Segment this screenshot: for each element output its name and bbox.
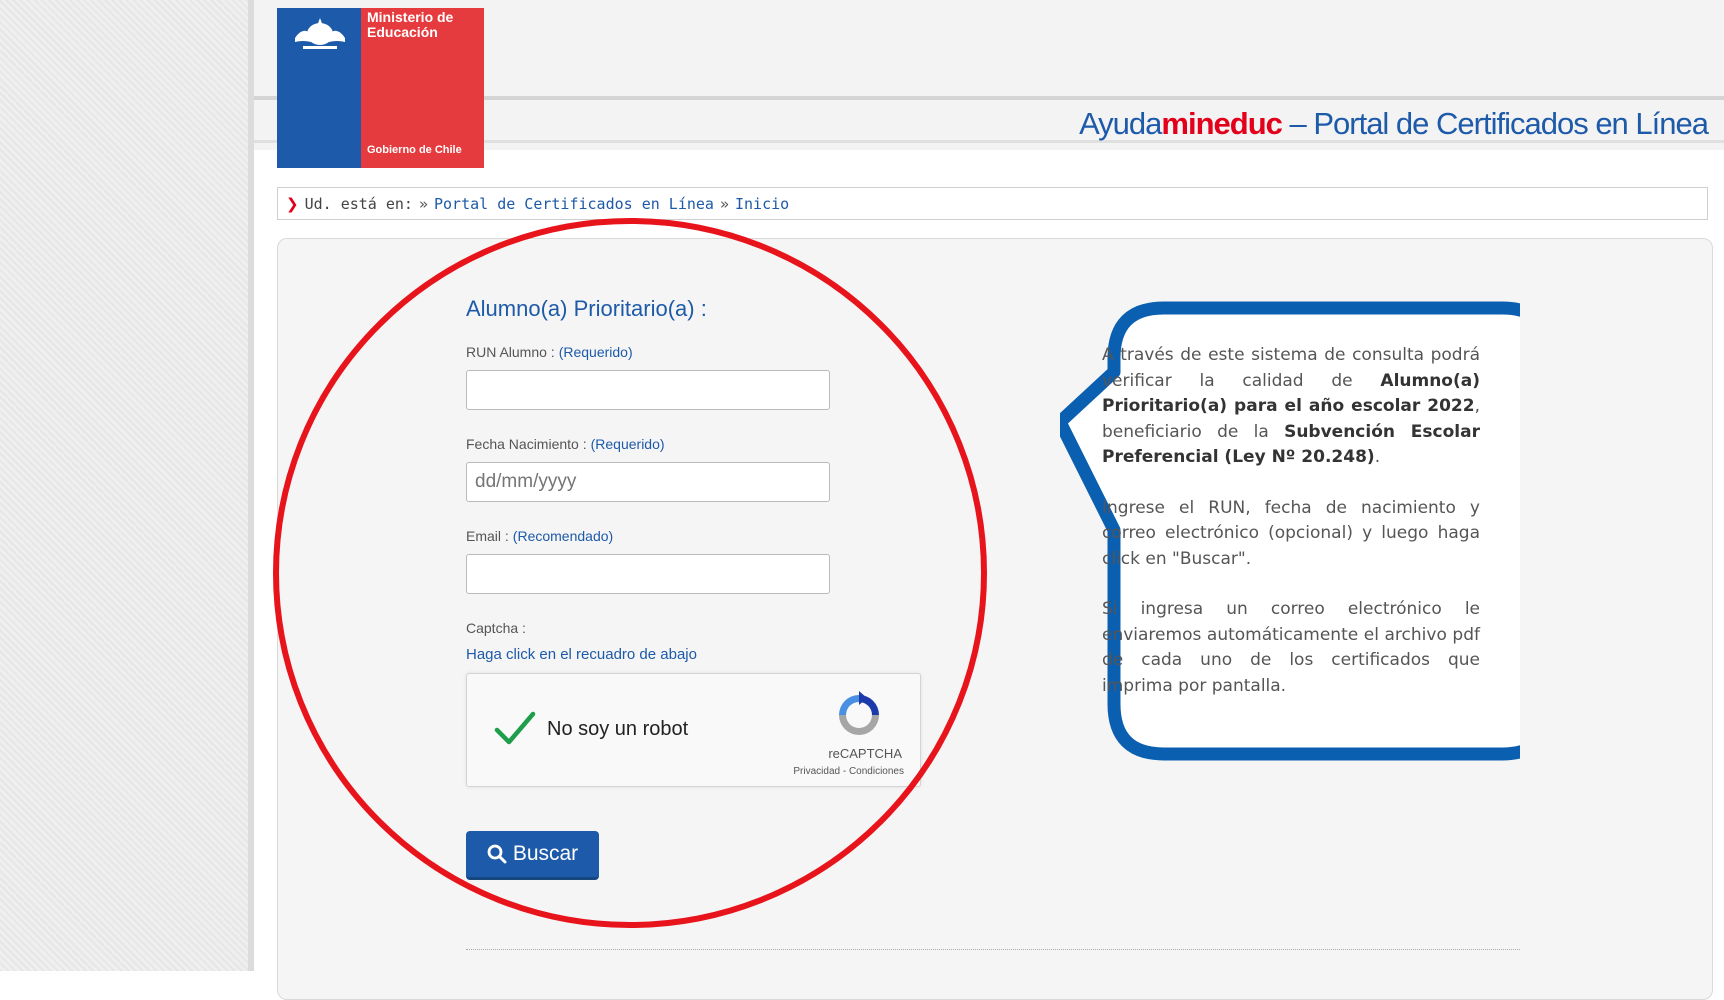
- site-title-prefix: Ayuda: [1079, 106, 1162, 141]
- run-label: RUN Alumno : (Requerido): [466, 344, 946, 360]
- fecha-label-text: Fecha Nacimiento :: [466, 436, 587, 452]
- email-recommended: (Recomendado): [512, 528, 614, 544]
- recaptcha-label: No soy un robot: [547, 718, 689, 740]
- site-title-suffix: – Portal de Certificados en Línea: [1281, 106, 1709, 141]
- run-input[interactable]: [466, 370, 830, 410]
- checkmark-icon[interactable]: [493, 708, 537, 748]
- logo-red-block: Ministerio de Educación Gobierno de Chil…: [361, 8, 484, 168]
- info-text: A través de este sistema de consulta pod…: [1102, 343, 1480, 724]
- run-label-text: RUN Alumno :: [466, 344, 555, 360]
- logo-ministerio: Ministerio de: [367, 9, 454, 25]
- logo-ministry-text: Ministerio de Educación: [367, 10, 453, 40]
- captcha-label: Captcha :: [466, 620, 526, 636]
- recaptcha-logo-icon: [839, 691, 879, 735]
- search-icon: [487, 844, 507, 864]
- info-paragraph-3: Si ingresa un correo electrónico le envi…: [1102, 599, 1480, 696]
- mineduc-logo[interactable]: Ministerio de Educación Gobierno de Chil…: [277, 8, 484, 168]
- recaptcha-links[interactable]: Privacidad - Condiciones: [793, 766, 904, 777]
- search-button[interactable]: Buscar: [466, 831, 599, 880]
- breadcrumb-lead: Ud. está en:: [304, 194, 413, 213]
- info-paragraph-1: A través de este sistema de consulta pod…: [1102, 343, 1480, 471]
- email-label: Email : (Recomendado): [466, 528, 946, 544]
- breadcrumb: ❯ Ud. está en: » Portal de Certificados …: [277, 187, 1708, 220]
- email-label-text: Email :: [466, 528, 509, 544]
- site-title: Ayudamineduc – Portal de Certificados en…: [1079, 106, 1709, 142]
- fecha-required: (Requerido): [590, 436, 665, 452]
- logo-blue-block: [277, 8, 361, 168]
- breadcrumb-separator: »: [719, 194, 729, 213]
- captcha-instruction: Haga click en el recuadro de abajo: [466, 646, 697, 663]
- fecha-label: Fecha Nacimiento : (Requerido): [466, 436, 946, 452]
- logo-educacion: Educación: [367, 24, 438, 40]
- breadcrumb-link-portal[interactable]: Portal de Certificados en Línea: [434, 195, 714, 213]
- recaptcha-widget[interactable]: No soy un robot reCAPTCHA Privacidad - C…: [466, 673, 921, 787]
- recaptcha-brand: reCAPTCHA: [828, 746, 902, 761]
- panel-divider: [466, 949, 1520, 950]
- site-title-brand: mineduc: [1161, 106, 1282, 141]
- search-button-label: Buscar: [512, 842, 579, 865]
- form-title: Alumno(a) Prioritario(a) :: [466, 296, 707, 321]
- breadcrumb-separator: »: [418, 194, 428, 213]
- breadcrumb-link-inicio[interactable]: Inicio: [735, 195, 789, 213]
- logo-gobierno: Gobierno de Chile: [367, 144, 462, 156]
- run-required: (Requerido): [558, 344, 633, 360]
- breadcrumb-arrow-icon: ❯: [286, 194, 299, 213]
- chile-seal-icon: [295, 18, 345, 49]
- search-form: Alumno(a) Prioritario(a) : RUN Alumno :(…: [466, 296, 946, 880]
- email-input[interactable]: [466, 554, 830, 594]
- info-paragraph-2: Ingrese el RUN, fecha de nacimiento y co…: [1102, 497, 1480, 569]
- birthdate-input[interactable]: [466, 462, 830, 502]
- page-background-left: [0, 0, 254, 971]
- info-p1-e: .: [1374, 447, 1381, 467]
